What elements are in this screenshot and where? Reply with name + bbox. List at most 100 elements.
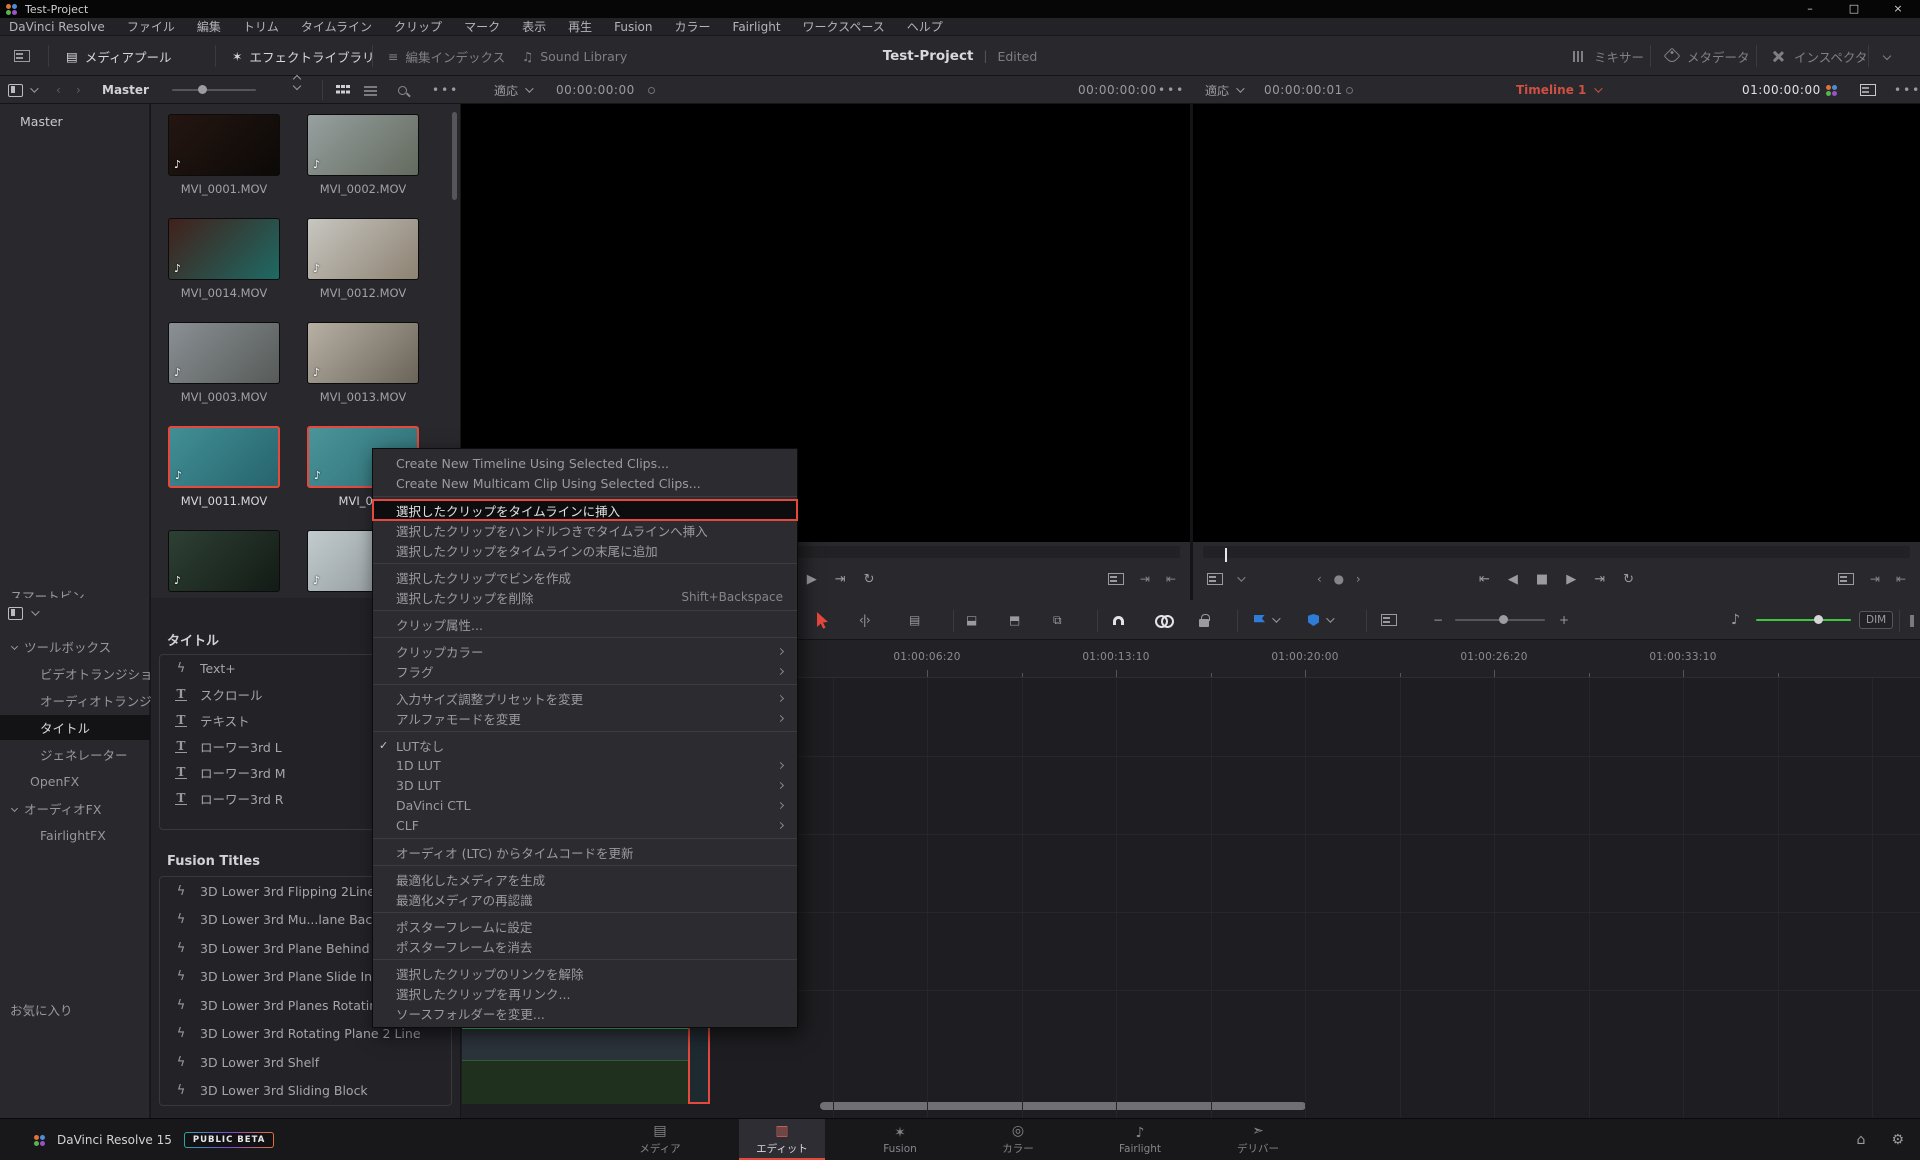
timeline-timecode-a[interactable]: 00:00:00:01	[1264, 76, 1343, 104]
loop-button[interactable]: ↻	[1623, 572, 1634, 587]
audio-level-slider[interactable]	[1756, 619, 1851, 621]
bin-nav-back[interactable]: ‹	[56, 76, 61, 104]
編集インデックス-button[interactable]: ≡編集インデックス	[388, 36, 505, 76]
source-timecode-b[interactable]: 00:00:00:00	[1078, 76, 1157, 104]
bin-view-selector[interactable]	[8, 76, 36, 104]
insert-clip-button[interactable]: ⬓	[966, 600, 977, 640]
menu-再生[interactable]: 再生	[557, 18, 603, 36]
thumbnail-size-slider[interactable]	[172, 89, 256, 91]
append-icon[interactable]: ⇤	[1896, 572, 1906, 586]
position-lock-icon[interactable]	[1199, 600, 1209, 640]
context-menu-item[interactable]: 1D LUT	[373, 755, 797, 775]
menu-クリップ[interactable]: クリップ	[383, 18, 453, 36]
context-menu-item[interactable]: 選択したクリップを再リンク...	[373, 983, 797, 1003]
timeline-video-clip[interactable]	[462, 1026, 688, 1060]
trim-edit-tool[interactable]: ‹|›	[859, 600, 870, 640]
timeline-timecode-b[interactable]: 01:00:00:00	[1742, 76, 1821, 104]
source-timecode-a[interactable]: 00:00:00:00	[556, 76, 635, 104]
insert-to-timeline-icon[interactable]: ⇥	[1140, 572, 1150, 586]
menu-トリム[interactable]: トリム	[232, 18, 290, 36]
menu-編集[interactable]: 編集	[186, 18, 232, 36]
timeline-jog-bar[interactable]	[1203, 546, 1910, 558]
dim-button[interactable]: DIM	[1859, 600, 1893, 640]
ミキサー-button[interactable]: ミキサー	[1572, 36, 1644, 76]
menu-Fairlight[interactable]: Fairlight	[722, 18, 792, 36]
page-デリバー[interactable]: ➣デリバー	[1215, 1119, 1301, 1160]
sort-order-control[interactable]	[294, 76, 300, 104]
context-menu-item[interactable]: Create New Multicam Clip Using Selected …	[373, 473, 797, 493]
grid-view-icon[interactable]	[336, 76, 349, 104]
context-menu-item[interactable]: 選択したクリップをタイムラインの末尾に追加	[373, 540, 797, 560]
fx-tree-item[interactable]: オーディオFX	[0, 796, 150, 821]
loop-button[interactable]: ↻	[864, 572, 875, 587]
selection-tool[interactable]	[816, 600, 830, 640]
page-エディット[interactable]: ▥エディット	[739, 1119, 825, 1160]
insert-icon[interactable]: ⇥	[1870, 572, 1880, 586]
append-to-timeline-icon[interactable]: ⇤	[1166, 572, 1176, 586]
timeline-options-icon[interactable]: •••	[1894, 76, 1920, 104]
collapse-panels-icon[interactable]	[1884, 36, 1890, 76]
overwrite-clip-button[interactable]: ⬒	[1009, 600, 1020, 640]
menu-タイムライン[interactable]: タイムライン	[290, 18, 383, 36]
menu-ヘルプ[interactable]: ヘルプ	[896, 18, 954, 36]
media-clip[interactable]: ♪MVI_0003.MOV	[168, 322, 280, 404]
context-menu-item[interactable]: CLF	[373, 815, 797, 835]
chevron-down-icon[interactable]	[31, 607, 39, 615]
media-clip[interactable]: ♪MVI_0002.MOV	[307, 114, 419, 196]
media-clip[interactable]: ♪MVI_0014.MOV	[168, 218, 280, 300]
context-menu-item[interactable]: フラグ	[373, 661, 797, 681]
favorites-label[interactable]: お気に入り	[10, 1000, 73, 1019]
context-menu-item[interactable]: 最適化メディアの再認識	[373, 889, 797, 909]
context-menu-item[interactable]: 3D LUT	[373, 775, 797, 795]
page-メディア[interactable]: ▤メディア	[617, 1119, 703, 1160]
context-menu-item[interactable]: ポスターフレームを消去	[373, 936, 797, 956]
context-menu-item[interactable]: ポスターフレームに設定	[373, 916, 797, 936]
media-clip[interactable]: ♪MVI_0013.MOV	[307, 322, 419, 404]
maximize-button[interactable]: □	[1832, 0, 1876, 18]
context-menu-item[interactable]: 選択したクリップでビンを作成	[373, 567, 797, 587]
flag-button[interactable]	[1254, 600, 1278, 640]
メディアプール-button[interactable]: ▤メディアプール	[66, 36, 171, 76]
fx-tree-item[interactable]: オーディオトランジ...	[0, 688, 150, 713]
close-button[interactable]: ×	[1876, 0, 1920, 18]
メタデータ-button[interactable]: メタデータ	[1666, 36, 1750, 76]
page-Fusion[interactable]: ✶Fusion	[857, 1119, 943, 1160]
source-options-icon[interactable]: •••	[1158, 76, 1185, 104]
context-menu-item[interactable]: 選択したクリップをタイムラインに挿入	[373, 500, 797, 520]
jump-end-button[interactable]: ⇥	[1594, 572, 1605, 587]
fx-tree-item[interactable]: OpenFX	[0, 769, 150, 794]
play-button[interactable]: ▶	[807, 572, 817, 587]
match-frame-icon[interactable]	[1838, 573, 1854, 585]
context-menu-item[interactable]: オーディオ (LTC) からタイムコードを更新	[373, 842, 797, 862]
context-menu-item[interactable]: 選択したクリップのリンクを解除	[373, 963, 797, 983]
sidebar-bin-master[interactable]: Master	[20, 114, 63, 129]
timeline-horizontal-scrollbar[interactable]	[820, 1102, 1306, 1110]
fx-tree-item[interactable]: ビデオトランジション	[0, 661, 150, 686]
media-clip[interactable]: ♪MVI_0011.MOV	[168, 426, 280, 508]
search-icon[interactable]	[398, 76, 407, 104]
page-カラー[interactable]: ◎カラー	[975, 1119, 1061, 1160]
menu-カラー[interactable]: カラー	[664, 18, 722, 36]
bin-nav-forward[interactable]: ›	[76, 76, 81, 104]
timeline-zoom-select[interactable]: 適応	[1205, 76, 1242, 104]
Sound Library-button[interactable]: ♫Sound Library	[522, 36, 627, 76]
menu-ファイル[interactable]: ファイル	[116, 18, 186, 36]
zoom-out-icon[interactable]: −	[1433, 600, 1443, 640]
match-frame-icon[interactable]	[1108, 573, 1124, 585]
context-menu-item[interactable]: アルファモードを変更	[373, 708, 797, 728]
page-Fairlight[interactable]: ♪Fairlight	[1097, 1119, 1183, 1160]
context-menu-item[interactable]: 入力サイズ調整プリセットを変更	[373, 688, 797, 708]
fx-tree-item[interactable]: FairlightFX	[0, 823, 150, 848]
context-menu-item[interactable]: 選択したクリップをハンドルつきでタイムラインへ挿入	[373, 520, 797, 540]
media-clip[interactable]: ♪	[168, 530, 280, 592]
link-clips-icon[interactable]	[1155, 600, 1170, 640]
menu-DaVinci Resolve[interactable]: DaVinci Resolve	[0, 18, 116, 36]
context-menu-item[interactable]: クリップ属性...	[373, 614, 797, 634]
zoom-in-icon[interactable]: +	[1559, 600, 1569, 640]
step-back-button[interactable]: ◀	[1508, 572, 1518, 587]
context-menu-item[interactable]: Create New Timeline Using Selected Clips…	[373, 453, 797, 473]
marker-button[interactable]	[1308, 600, 1332, 640]
replace-clip-button[interactable]: ⧉	[1053, 600, 1062, 640]
settings-gear-icon[interactable]: ⚙	[1891, 1132, 1904, 1148]
menu-表示[interactable]: 表示	[511, 18, 557, 36]
